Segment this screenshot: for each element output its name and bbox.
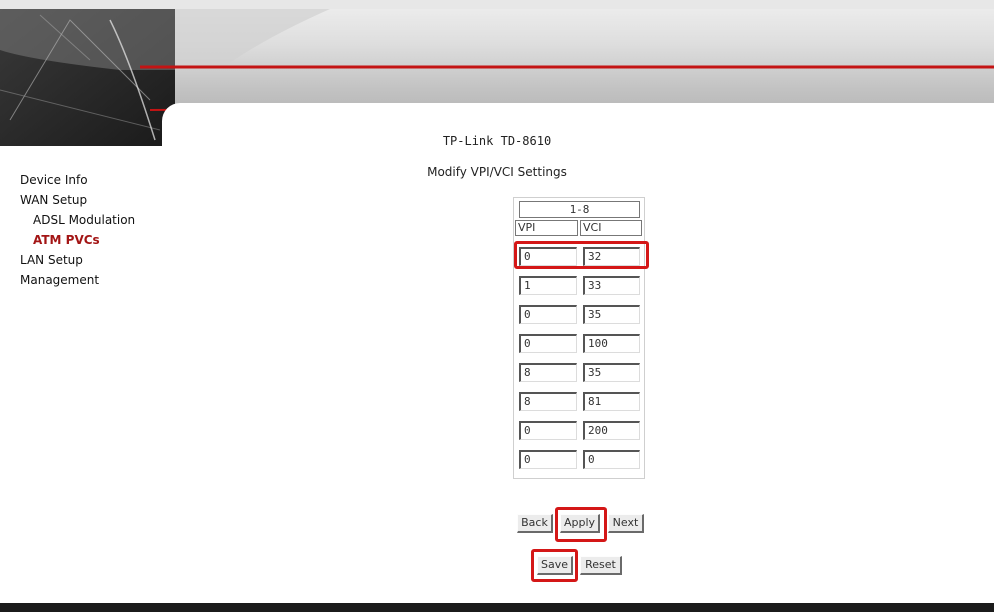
- next-button[interactable]: Next: [608, 514, 644, 533]
- sidebar-item-lan-setup[interactable]: LAN Setup: [20, 250, 135, 270]
- vpi-input-2[interactable]: 1: [519, 276, 577, 295]
- back-button[interactable]: Back: [517, 514, 553, 533]
- save-button[interactable]: Save: [537, 556, 573, 575]
- vpi-input-4[interactable]: 0: [519, 334, 577, 353]
- vci-input-1[interactable]: 32: [583, 247, 640, 266]
- sidebar-item-adsl-modulation[interactable]: ADSL Modulation: [20, 210, 135, 230]
- reset-button[interactable]: Reset: [580, 556, 622, 575]
- vci-input-6[interactable]: 81: [583, 392, 640, 411]
- vpi-column-header: VPI: [515, 220, 578, 236]
- device-title: TP-Link TD-8610: [442, 134, 552, 148]
- vpi-input-1[interactable]: 0: [519, 247, 577, 266]
- apply-button[interactable]: Apply: [560, 514, 600, 533]
- vpi-input-8[interactable]: 0: [519, 450, 577, 469]
- vpi-input-5[interactable]: 8: [519, 363, 577, 382]
- range-header: 1-8: [519, 201, 640, 218]
- sidebar-menu: Device Info WAN Setup ADSL Modulation AT…: [20, 170, 135, 290]
- vci-input-5[interactable]: 35: [583, 363, 640, 382]
- sidebar-item-wan-setup[interactable]: WAN Setup: [20, 190, 135, 210]
- vci-input-2[interactable]: 33: [583, 276, 640, 295]
- footer-bar: [0, 603, 994, 612]
- vci-input-8[interactable]: 0: [583, 450, 640, 469]
- vpi-input-3[interactable]: 0: [519, 305, 577, 324]
- vci-input-4[interactable]: 100: [583, 334, 640, 353]
- page-title: Modify VPI/VCI Settings: [427, 165, 567, 179]
- vci-input-3[interactable]: 35: [583, 305, 640, 324]
- sidebar-item-management[interactable]: Management: [20, 270, 135, 290]
- vpi-vci-table: 1-8 VPI VCI 0 32 1 33 0 35 0 100 8 35 8 …: [513, 197, 645, 479]
- sidebar-item-atm-pvcs[interactable]: ATM PVCs: [20, 230, 135, 250]
- vpi-input-7[interactable]: 0: [519, 421, 577, 440]
- vpi-input-6[interactable]: 8: [519, 392, 577, 411]
- vci-input-7[interactable]: 200: [583, 421, 640, 440]
- vci-column-header: VCI: [580, 220, 642, 236]
